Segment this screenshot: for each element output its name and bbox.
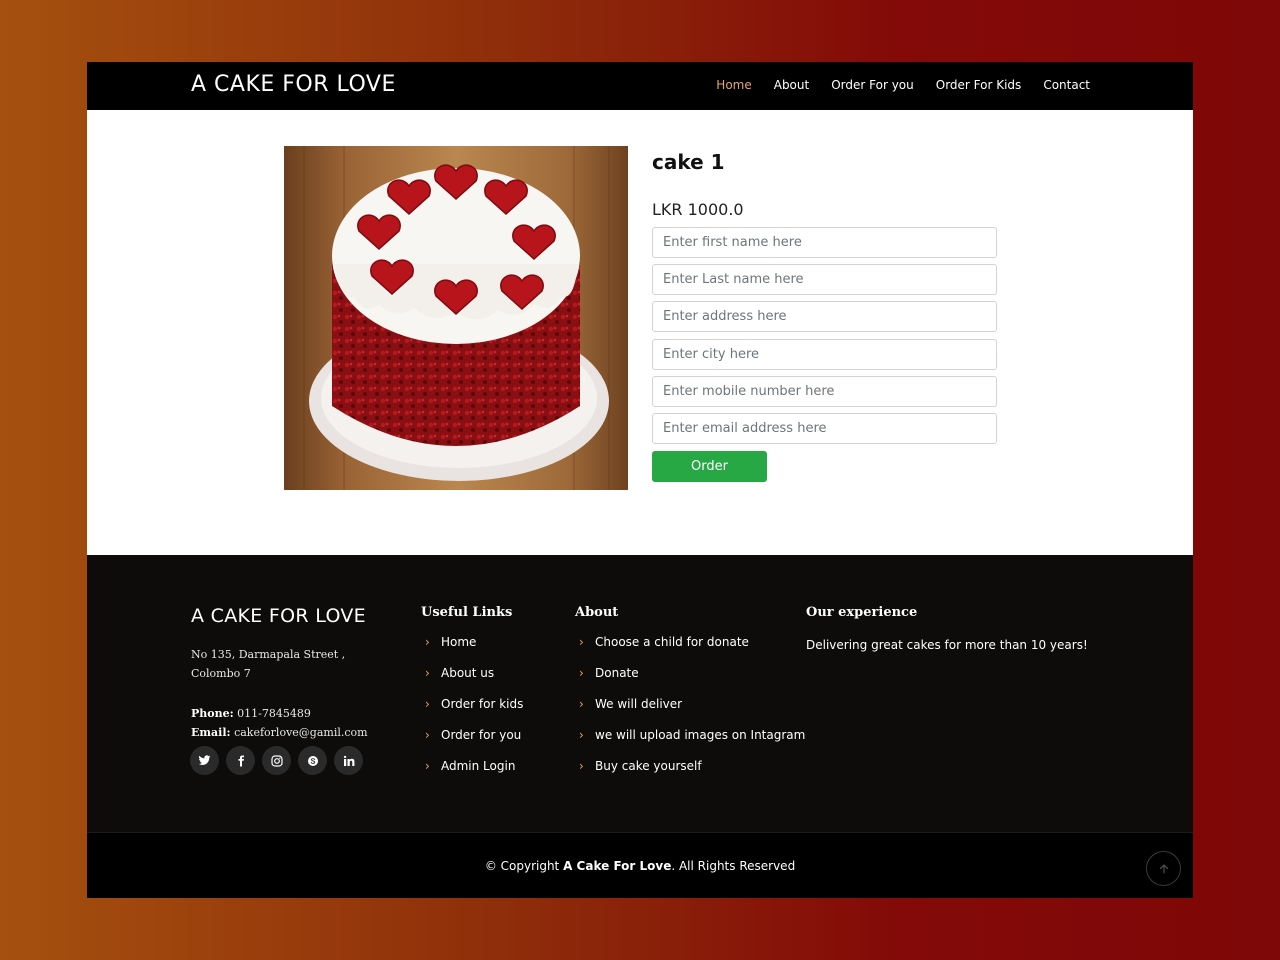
site-logo[interactable]: A CAKE FOR LOVE — [191, 72, 396, 97]
useful-links-title: Useful Links — [421, 605, 513, 620]
about-title: About — [575, 605, 619, 620]
list-item: › We will deliver — [579, 697, 805, 728]
copyright-text: © Copyright A Cake For Love. All Rights … — [87, 859, 1193, 873]
experience-text: Delivering great cakes for more than 10 … — [806, 638, 1088, 652]
last-name-input[interactable] — [652, 264, 997, 295]
email-value: cakeforlove@gamil.com — [234, 726, 368, 739]
footer-link-order-for-you[interactable]: Order for you — [441, 728, 521, 742]
mobile-input[interactable] — [652, 376, 997, 407]
experience-title: Our experience — [806, 605, 918, 620]
copyright-bar: © Copyright A Cake For Love. All Rights … — [87, 832, 1193, 898]
top-navbar: A CAKE FOR LOVE Home About Order For you… — [87, 62, 1193, 110]
facebook-icon[interactable] — [226, 746, 255, 775]
product-image — [284, 146, 628, 490]
address-line-2: Colombo 7 — [191, 667, 251, 680]
list-item: › we will upload images on Intagram — [579, 728, 805, 759]
nav-order-for-kids[interactable]: Order For Kids — [936, 78, 1022, 92]
footer-link-order-for-kids[interactable]: Order for kids — [441, 697, 523, 711]
useful-links-list: › Home › About us › Order for kids › Order f… — [425, 635, 523, 790]
list-item: › Admin Login — [425, 759, 523, 790]
copyright-brand: A Cake For Love — [563, 859, 672, 873]
footer: A CAKE FOR LOVE No 135, Darmapala Street… — [87, 555, 1193, 832]
footer-link-donate-child[interactable]: Choose a child for donate — [595, 635, 749, 649]
skype-icon[interactable] — [298, 746, 327, 775]
footer-link-deliver[interactable]: We will deliver — [595, 697, 682, 711]
nav-order-for-you[interactable]: Order For you — [831, 78, 914, 92]
about-links-list: › Choose a child for donate › Donate › We w… — [579, 635, 805, 790]
main-nav: Home About Order For you Order For Kids … — [716, 78, 1090, 92]
chevron-right-icon: › — [425, 697, 430, 711]
chevron-right-icon: › — [579, 697, 584, 711]
list-item: › About us — [425, 666, 523, 697]
product-price: LKR 1000.0 — [652, 200, 744, 219]
back-to-top-button[interactable] — [1146, 851, 1181, 886]
twitter-icon[interactable] — [190, 746, 219, 775]
address-line-1: No 135, Darmapala Street , — [191, 648, 346, 661]
chevron-right-icon: › — [579, 728, 584, 742]
linkedin-icon[interactable] — [334, 746, 363, 775]
footer-contact: Phone: 011-7845489 Email: cakeforlove@ga… — [191, 704, 368, 742]
footer-link-home[interactable]: Home — [441, 635, 476, 649]
social-links — [190, 746, 363, 775]
address-input[interactable] — [652, 301, 997, 332]
nav-contact[interactable]: Contact — [1043, 78, 1090, 92]
list-item: › Order for you — [425, 728, 523, 759]
footer-link-instagram[interactable]: we will upload images on Intagram — [595, 728, 805, 742]
footer-link-about-us[interactable]: About us — [441, 666, 494, 680]
footer-link-donate[interactable]: Donate — [595, 666, 639, 680]
chevron-right-icon: › — [579, 635, 584, 649]
chevron-right-icon: › — [425, 728, 430, 742]
order-button[interactable]: Order — [652, 451, 767, 482]
phone-value: 011-7845489 — [237, 707, 311, 720]
list-item: › Choose a child for donate — [579, 635, 805, 666]
list-item: › Buy cake yourself — [579, 759, 805, 790]
first-name-input[interactable] — [652, 227, 997, 258]
email-input[interactable] — [652, 413, 997, 444]
list-item: › Home — [425, 635, 523, 666]
email-label: Email: — [191, 726, 231, 739]
email-line: Email: cakeforlove@gamil.com — [191, 723, 368, 742]
nav-home[interactable]: Home — [716, 78, 751, 92]
product-title: cake 1 — [652, 150, 725, 174]
phone-label: Phone: — [191, 707, 234, 720]
list-item: › Donate — [579, 666, 805, 697]
chevron-right-icon: › — [425, 635, 430, 649]
arrow-up-icon — [1159, 863, 1168, 874]
chevron-right-icon: › — [579, 759, 584, 773]
copyright-suffix: . All Rights Reserved — [671, 859, 796, 873]
footer-address: No 135, Darmapala Street , Colombo 7 — [191, 645, 371, 683]
footer-link-buy-cake[interactable]: Buy cake yourself — [595, 759, 702, 773]
footer-brand: A CAKE FOR LOVE — [191, 605, 366, 627]
chevron-right-icon: › — [579, 666, 584, 680]
list-item: › Order for kids — [425, 697, 523, 728]
footer-link-admin-login[interactable]: Admin Login — [441, 759, 515, 773]
chevron-right-icon: › — [425, 666, 430, 680]
copyright-prefix: © Copyright — [484, 859, 560, 873]
phone-line: Phone: 011-7845489 — [191, 704, 368, 723]
chevron-right-icon: › — [425, 759, 430, 773]
city-input[interactable] — [652, 339, 997, 370]
nav-about[interactable]: About — [774, 78, 809, 92]
site-frame: A CAKE FOR LOVE Home About Order For you… — [87, 62, 1193, 898]
instagram-icon[interactable] — [262, 746, 291, 775]
